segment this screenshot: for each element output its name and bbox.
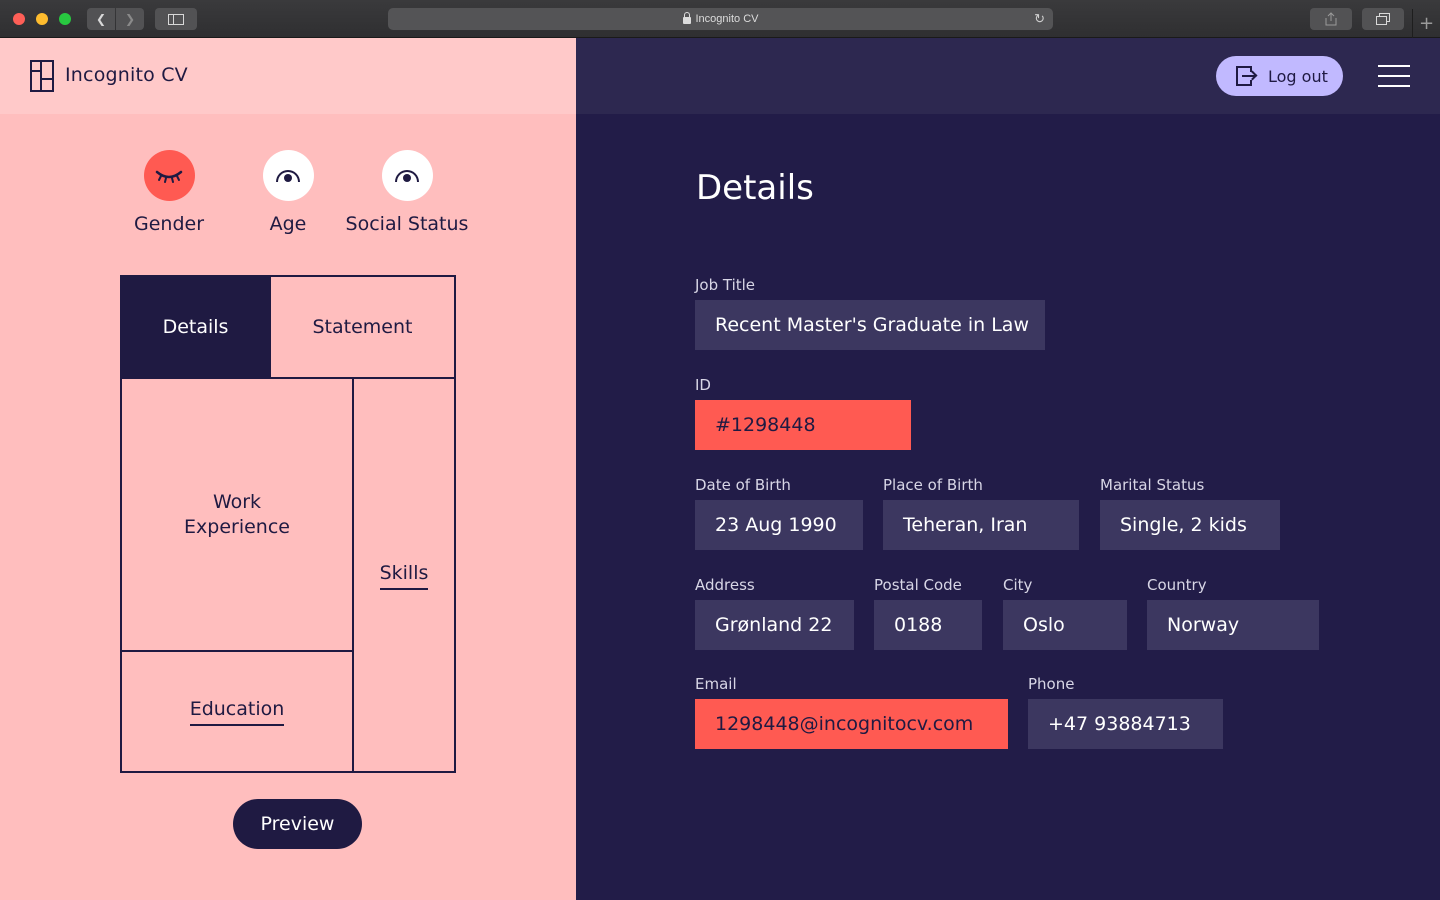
id-field: ID #1298448: [695, 376, 911, 450]
email-field: Email 1298448@incognitocv.com: [695, 675, 1008, 749]
date-of-birth-input[interactable]: 23 Aug 1990: [695, 500, 863, 550]
address-field: Address Grønland 22: [695, 576, 854, 650]
marital-status-input[interactable]: Single, 2 kids: [1100, 500, 1280, 550]
job-title-field: Job Title Recent Master's Graduate in La…: [695, 276, 1045, 350]
brand-header: Incognito CV: [0, 38, 576, 114]
visibility-toggle-age[interactable]: [262, 150, 314, 201]
visibility-toggle-social-status[interactable]: [381, 150, 433, 201]
section-work-label-line1: Work: [212, 490, 262, 513]
toggle-social-status-label: Social Status: [345, 213, 469, 235]
page-title: Details: [696, 168, 814, 208]
city-field: City Oslo: [1003, 576, 1127, 650]
postal-code-label: Postal Code: [874, 576, 962, 594]
plus-icon: +: [1418, 13, 1435, 34]
id-input[interactable]: #1298448: [695, 400, 911, 450]
browser-toolbar: ❮ ❯ Incognito CV ↻ +: [0, 0, 1440, 38]
section-work-label-line2: Experience: [184, 515, 290, 538]
tabs-icon: [1376, 13, 1390, 25]
minimize-window-button[interactable]: [36, 13, 48, 25]
forward-button[interactable]: ❯: [116, 8, 144, 30]
section-details[interactable]: Details: [122, 277, 269, 377]
close-window-button[interactable]: [13, 13, 25, 25]
hamburger-menu-icon[interactable]: [1378, 65, 1410, 87]
chevron-left-icon: ❮: [95, 12, 107, 26]
logo-icon: [30, 60, 54, 92]
logout-label: Log out: [1268, 66, 1328, 86]
phone-field: Phone +47 93884713: [1028, 675, 1223, 749]
address-bar[interactable]: Incognito CV ↻: [388, 8, 1053, 30]
job-title-input[interactable]: Recent Master's Graduate in Law: [695, 300, 1045, 350]
section-education-label: Education: [189, 697, 285, 726]
preview-button[interactable]: Preview: [233, 799, 362, 849]
brand-name: Incognito CV: [65, 64, 188, 86]
logout-icon: [1236, 66, 1258, 86]
toggle-social-status[interactable]: Social Status: [337, 150, 477, 235]
left-panel: Incognito CV Gender Age Social Status De…: [0, 38, 576, 900]
address-label: Address: [695, 576, 755, 594]
marital-status-field: Marital Status Single, 2 kids: [1100, 476, 1280, 550]
share-button[interactable]: [1310, 8, 1352, 30]
top-bar: Log out: [576, 38, 1440, 114]
section-skills-label: Skills: [379, 561, 429, 590]
zoom-window-button[interactable]: [59, 13, 71, 25]
phone-input[interactable]: +47 93884713: [1028, 699, 1223, 749]
section-details-label: Details: [162, 315, 229, 338]
country-label: Country: [1147, 576, 1207, 594]
lock-icon: [682, 11, 691, 24]
place-of-birth-field: Place of Birth Teheran, Iran: [883, 476, 1079, 550]
email-label: Email: [695, 675, 737, 693]
address-input[interactable]: Grønland 22: [695, 600, 854, 650]
cv-section-grid: Details Statement Work Experience Skills…: [120, 275, 456, 773]
section-statement-label: Statement: [312, 315, 413, 338]
id-label: ID: [695, 376, 711, 394]
eye-open-icon: [395, 169, 419, 182]
country-input[interactable]: Norway: [1147, 600, 1319, 650]
right-panel: Log out Details Job Title Recent Master'…: [576, 38, 1440, 900]
share-icon: [1325, 12, 1337, 26]
logout-button[interactable]: Log out: [1216, 56, 1343, 96]
eye-open-icon: [276, 169, 300, 182]
phone-label: Phone: [1028, 675, 1075, 693]
reload-icon[interactable]: ↻: [1034, 11, 1045, 27]
back-button[interactable]: ❮: [87, 8, 115, 30]
new-tab-button[interactable]: +: [1412, 9, 1440, 38]
chevron-right-icon: ❯: [124, 12, 136, 26]
show-tabs-button[interactable]: [1362, 8, 1404, 30]
city-input[interactable]: Oslo: [1003, 600, 1127, 650]
section-work-experience[interactable]: Work Experience: [122, 377, 352, 650]
eye-closed-icon: [155, 170, 183, 183]
section-statement[interactable]: Statement: [269, 277, 454, 377]
date-of-birth-label: Date of Birth: [695, 476, 791, 494]
date-of-birth-field: Date of Birth 23 Aug 1990: [695, 476, 863, 550]
visibility-toggle-gender[interactable]: [143, 150, 195, 201]
sidebar-toggle-button[interactable]: [155, 8, 197, 30]
sidebar-icon: [168, 13, 184, 25]
section-education[interactable]: Education: [122, 650, 352, 771]
section-skills[interactable]: Skills: [352, 377, 454, 771]
place-of-birth-label: Place of Birth: [883, 476, 983, 494]
country-field: Country Norway: [1147, 576, 1319, 650]
address-bar-text: Incognito CV: [695, 13, 759, 25]
postal-code-input[interactable]: 0188: [874, 600, 982, 650]
email-input[interactable]: 1298448@incognitocv.com: [695, 699, 1008, 749]
job-title-label: Job Title: [695, 276, 756, 294]
city-label: City: [1003, 576, 1033, 594]
postal-code-field: Postal Code 0188: [874, 576, 982, 650]
place-of-birth-input[interactable]: Teheran, Iran: [883, 500, 1079, 550]
marital-status-label: Marital Status: [1100, 476, 1205, 494]
